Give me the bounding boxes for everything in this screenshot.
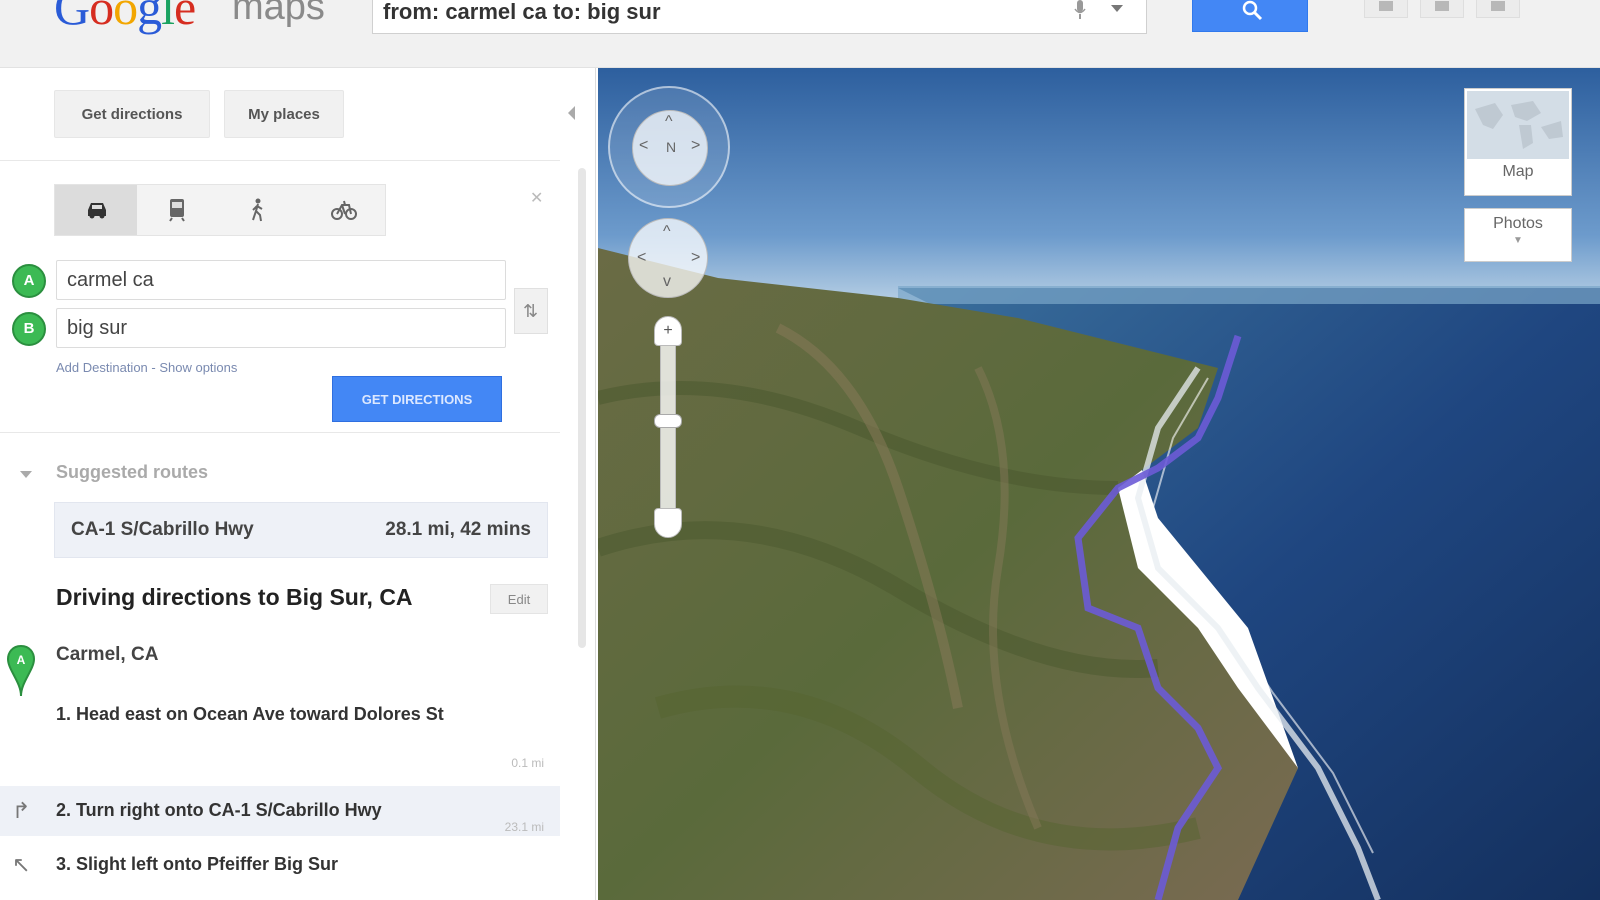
travel-mode-selector [54, 184, 386, 236]
look-around-control[interactable]: ^ < > N [608, 86, 730, 208]
search-icon [1242, 0, 1263, 21]
compass-control[interactable]: ^ < > N [632, 110, 708, 186]
chevron-down-icon[interactable] [20, 471, 32, 478]
map-type-label: Map [1502, 163, 1534, 180]
swap-locations-button[interactable]: ⇅ [514, 288, 548, 334]
photos-label: Photos [1493, 215, 1543, 232]
direction-step[interactable]: ↱ 2. Turn right onto CA-1 S/Cabrillo Hwy… [0, 786, 560, 836]
chevron-up-icon[interactable]: ^ [665, 113, 673, 131]
tab-my-places[interactable]: My places [224, 90, 344, 138]
edit-button[interactable]: Edit [490, 584, 548, 614]
route-name: CA-1 S/Cabrillo Hwy [71, 519, 254, 540]
chevron-up-icon[interactable]: ^ [663, 223, 671, 241]
link-button[interactable] [1476, 0, 1520, 18]
step-distance: 23.1 mi [504, 820, 544, 834]
pan-control[interactable]: ^ < > v [628, 218, 708, 298]
chevron-left-icon[interactable]: < [637, 249, 646, 267]
zoom-slider-handle[interactable] [654, 414, 682, 428]
start-location-field[interactable] [56, 260, 506, 300]
direction-step[interactable]: 1. Head east on Ocean Ave toward Dolores… [0, 690, 560, 774]
step-text: 2. Turn right onto CA-1 S/Cabrillo Hwy [56, 800, 382, 820]
chevron-down-icon[interactable] [1111, 5, 1123, 12]
chevron-down-icon: ▼ [1513, 235, 1523, 246]
north-icon: N [666, 139, 677, 155]
marker-b-icon: B [12, 312, 46, 346]
search-input[interactable] [383, 0, 1063, 29]
map-canvas[interactable]: ^ < > N ^ < > v + Map Photos ▼ [598, 68, 1600, 900]
step-text: 3. Slight left onto Pfeiffer Big Sur [56, 854, 339, 874]
transit-icon [169, 199, 185, 222]
google-logo[interactable]: Google [54, 0, 196, 36]
chevron-left-icon[interactable]: < [639, 137, 648, 155]
zoom-in-button[interactable]: + [654, 316, 682, 346]
bike-icon [331, 200, 357, 220]
chevron-right-icon[interactable]: > [691, 249, 700, 267]
envelope-icon [1435, 1, 1449, 11]
maps-logo-text: maps [232, 0, 325, 28]
mode-driving-button[interactable] [55, 185, 137, 235]
suggested-route-option[interactable]: CA-1 S/Cabrillo Hwy 28.1 mi, 42 mins [54, 502, 548, 558]
suggested-routes-heading: Suggested routes [56, 462, 209, 482]
panel-scrollbar[interactable] [578, 168, 586, 648]
get-directions-button[interactable]: GET DIRECTIONS [332, 376, 502, 422]
mode-walking-button[interactable] [219, 185, 301, 235]
link-icon [1491, 1, 1505, 11]
destination-field[interactable] [56, 308, 506, 348]
left-panel: Get directions My places ✕ A carmel ca B… [0, 68, 596, 900]
walk-icon [252, 198, 263, 222]
earth-3d-view[interactable] [598, 68, 1600, 900]
photos-button[interactable]: Photos ▼ [1464, 208, 1572, 262]
tab-get-directions[interactable]: Get directions [54, 90, 210, 138]
map-type-toggle[interactable]: Map [1464, 88, 1572, 196]
add-destination-link[interactable]: Add Destination - Show options [56, 360, 237, 375]
collapse-panel-icon[interactable] [568, 106, 575, 120]
directions-title: Driving directions to Big Sur, CA [56, 584, 413, 610]
turn-right-icon: ↱ [12, 798, 31, 823]
step-distance: 0.1 mi [511, 756, 544, 770]
mode-bicycling-button[interactable] [301, 185, 383, 235]
world-map-thumbnail [1467, 91, 1569, 159]
divider [0, 160, 560, 161]
print-icon [1379, 1, 1393, 11]
swap-arrows-icon: ⇅ [523, 301, 539, 321]
chevron-down-icon[interactable]: v [663, 273, 671, 291]
step-text: 1. Head east on Ocean Ave toward Dolores… [56, 704, 444, 724]
chevron-right-icon[interactable]: > [691, 137, 700, 155]
marker-a-icon: A [12, 264, 46, 298]
mode-transit-button[interactable] [137, 185, 219, 235]
car-icon [88, 203, 106, 219]
email-button[interactable] [1420, 0, 1464, 18]
divider [0, 432, 560, 433]
top-bar: Google maps [0, 0, 1600, 68]
search-button[interactable] [1192, 0, 1308, 32]
print-button[interactable] [1364, 0, 1408, 18]
svg-text:A: A [17, 653, 26, 667]
close-icon[interactable]: ✕ [530, 188, 543, 208]
zoom-out-button[interactable] [654, 508, 682, 538]
zoom-slider-track[interactable] [660, 330, 676, 530]
slight-left-icon: ↖ [12, 852, 31, 877]
microphone-icon[interactable] [1073, 0, 1087, 21]
direction-step[interactable]: ↖ 3. Slight left onto Pfeiffer Big Sur [0, 840, 560, 900]
search-box [372, 0, 1147, 34]
route-distance-time: 28.1 mi, 42 mins [385, 519, 531, 540]
start-address: Carmel, CA [56, 644, 159, 665]
